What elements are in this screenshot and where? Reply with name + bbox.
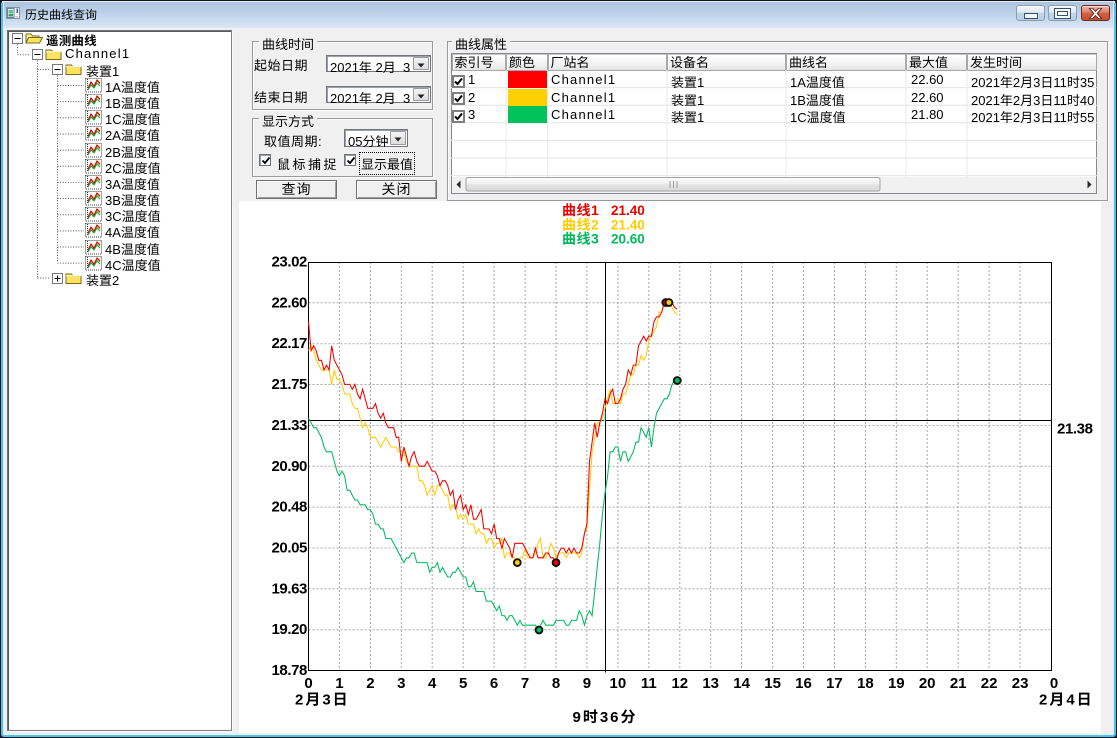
svg-text:22.17: 22.17 bbox=[271, 335, 307, 352]
svg-text:1: 1 bbox=[335, 675, 343, 692]
svg-text:7: 7 bbox=[521, 675, 529, 692]
svg-text:20.48: 20.48 bbox=[271, 499, 307, 516]
svg-text:4: 4 bbox=[428, 675, 437, 692]
svg-text:0: 0 bbox=[304, 675, 312, 692]
svg-text:9时36分: 9时36分 bbox=[572, 709, 637, 726]
svg-text:23.02: 23.02 bbox=[271, 254, 307, 271]
svg-text:21.33: 21.33 bbox=[271, 417, 307, 434]
svg-text:22: 22 bbox=[981, 675, 998, 692]
svg-text:2月4日: 2月4日 bbox=[1039, 692, 1094, 709]
svg-text:5: 5 bbox=[459, 675, 467, 692]
svg-text:20.05: 20.05 bbox=[271, 540, 307, 557]
svg-text:15: 15 bbox=[764, 675, 781, 692]
svg-text:曲线3: 曲线3 bbox=[562, 231, 599, 247]
svg-text:22.60: 22.60 bbox=[271, 294, 307, 311]
svg-text:21.38: 21.38 bbox=[1057, 421, 1093, 438]
svg-text:2: 2 bbox=[366, 675, 374, 692]
svg-text:2月3日: 2月3日 bbox=[295, 692, 350, 709]
svg-text:21.40: 21.40 bbox=[611, 203, 645, 218]
svg-text:16: 16 bbox=[795, 675, 812, 692]
svg-text:12: 12 bbox=[671, 675, 688, 692]
svg-text:19.63: 19.63 bbox=[271, 580, 307, 597]
svg-text:18: 18 bbox=[857, 675, 874, 692]
svg-text:0: 0 bbox=[1050, 675, 1058, 692]
svg-text:19: 19 bbox=[888, 675, 905, 692]
svg-text:13: 13 bbox=[702, 675, 719, 692]
svg-text:20.90: 20.90 bbox=[271, 458, 307, 475]
svg-text:10: 10 bbox=[610, 675, 627, 692]
svg-text:23: 23 bbox=[1012, 675, 1029, 692]
svg-text:21.40: 21.40 bbox=[611, 217, 645, 232]
svg-text:11: 11 bbox=[641, 675, 657, 692]
svg-text:17: 17 bbox=[826, 675, 843, 692]
svg-text:21: 21 bbox=[950, 675, 967, 692]
svg-text:20: 20 bbox=[919, 675, 936, 692]
svg-text:3: 3 bbox=[397, 675, 405, 692]
svg-text:14: 14 bbox=[733, 675, 750, 692]
svg-text:6: 6 bbox=[490, 675, 498, 692]
svg-text:21.75: 21.75 bbox=[271, 376, 307, 393]
svg-text:9: 9 bbox=[583, 675, 591, 692]
svg-text:20.60: 20.60 bbox=[611, 232, 645, 247]
svg-text:8: 8 bbox=[552, 675, 560, 692]
svg-text:19.20: 19.20 bbox=[271, 621, 307, 638]
svg-text:18.78: 18.78 bbox=[271, 662, 307, 679]
